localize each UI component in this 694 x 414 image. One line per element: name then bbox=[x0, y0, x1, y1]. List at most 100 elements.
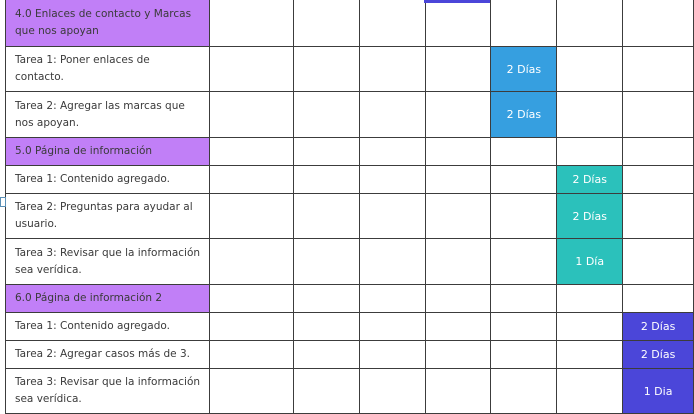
duration-bar[interactable]: 2 Días bbox=[556, 165, 624, 194]
timeline-cell[interactable] bbox=[293, 46, 360, 92]
timeline-cell[interactable] bbox=[622, 0, 694, 47]
task-row: Tarea 1: Contenido agregado. 2 Días bbox=[5, 312, 694, 341]
timeline-cell[interactable] bbox=[490, 284, 558, 313]
timeline-cell[interactable] bbox=[622, 137, 694, 166]
timeline-cell[interactable] bbox=[490, 368, 558, 414]
timeline-cell[interactable] bbox=[622, 284, 694, 313]
duration-bar[interactable]: 2 Días bbox=[490, 91, 558, 138]
timeline-cell[interactable] bbox=[556, 137, 624, 166]
timeline-cell[interactable] bbox=[293, 0, 360, 47]
timeline-cell[interactable] bbox=[424, 91, 492, 138]
timeline-cell[interactable] bbox=[358, 46, 426, 92]
task-label: Tarea 2: Preguntas para ayudar al usuari… bbox=[5, 193, 210, 239]
section-label: 6.0 Página de información 2 bbox=[5, 284, 210, 313]
timeline-cell[interactable] bbox=[424, 238, 492, 285]
task-label: Tarea 1: Poner enlaces de contacto. bbox=[5, 46, 210, 92]
timeline-cell[interactable] bbox=[293, 193, 360, 239]
task-row: Tarea 1: Poner enlaces de contacto. 2 Día… bbox=[5, 46, 694, 92]
timeline-cell[interactable] bbox=[358, 368, 426, 414]
timeline-cell[interactable] bbox=[293, 91, 360, 138]
timeline-cell[interactable] bbox=[424, 0, 492, 47]
timeline-cell[interactable] bbox=[424, 340, 492, 369]
timeline-cell[interactable] bbox=[556, 91, 624, 138]
timeline-cell[interactable] bbox=[293, 165, 360, 194]
timeline-cell[interactable] bbox=[358, 340, 426, 369]
timeline-cell[interactable] bbox=[208, 91, 295, 138]
task-row: Tarea 2: Agregar casos más de 3. 2 Días bbox=[5, 340, 694, 369]
timeline-cell[interactable] bbox=[556, 368, 624, 414]
timeline-cell[interactable] bbox=[490, 312, 558, 341]
timeline-cell[interactable] bbox=[622, 91, 694, 138]
timeline-cell[interactable] bbox=[622, 238, 694, 285]
timeline-cell[interactable] bbox=[490, 238, 558, 285]
task-label: Tarea 2: Agregar las marcas que nos apoy… bbox=[5, 91, 210, 138]
timeline-cell[interactable] bbox=[208, 368, 295, 414]
gantt-chart: 4.0 Enlaces de contacto y Marcas que nos… bbox=[5, 0, 694, 414]
timeline-cell[interactable] bbox=[358, 312, 426, 341]
timeline-cell[interactable] bbox=[490, 0, 558, 47]
resize-handle[interactable] bbox=[0, 197, 6, 207]
task-row: Tarea 1: Contenido agregado. 2 Días bbox=[5, 165, 694, 194]
timeline-cell[interactable] bbox=[556, 0, 624, 47]
timeline-cell[interactable] bbox=[208, 284, 295, 313]
timeline-cell[interactable] bbox=[424, 284, 492, 313]
timeline-cell[interactable] bbox=[293, 137, 360, 166]
timeline-cell[interactable] bbox=[556, 46, 624, 92]
timeline-cell[interactable] bbox=[424, 165, 492, 194]
timeline-cell[interactable] bbox=[358, 91, 426, 138]
timeline-cell[interactable] bbox=[358, 165, 426, 194]
timeline-bar-fragment bbox=[424, 0, 490, 3]
duration-bar[interactable]: 2 Días bbox=[556, 193, 624, 239]
task-label: Tarea 2: Agregar casos más de 3. bbox=[5, 340, 210, 369]
timeline-cell[interactable] bbox=[293, 340, 360, 369]
duration-bar[interactable]: 1 Día bbox=[556, 238, 624, 285]
timeline-cell[interactable] bbox=[424, 46, 492, 92]
duration-bar[interactable]: 1 Dia bbox=[622, 368, 694, 414]
section-row: 5.0 Página de información bbox=[5, 137, 694, 166]
timeline-cell[interactable] bbox=[208, 137, 295, 166]
timeline-cell[interactable] bbox=[208, 340, 295, 369]
timeline-cell[interactable] bbox=[490, 193, 558, 239]
timeline-cell[interactable] bbox=[208, 165, 295, 194]
timeline-cell[interactable] bbox=[490, 340, 558, 369]
timeline-cell[interactable] bbox=[424, 368, 492, 414]
section-row: 6.0 Página de información 2 bbox=[5, 284, 694, 313]
task-label: Tarea 3: Revisar que la información sea … bbox=[5, 368, 210, 414]
timeline-cell[interactable] bbox=[208, 0, 295, 47]
task-row: Tarea 3: Revisar que la información sea … bbox=[5, 238, 694, 285]
timeline-cell[interactable] bbox=[622, 46, 694, 92]
timeline-cell[interactable] bbox=[490, 137, 558, 166]
timeline-cell[interactable] bbox=[358, 238, 426, 285]
task-row: Tarea 2: Preguntas para ayudar al usuari… bbox=[5, 193, 694, 239]
timeline-cell[interactable] bbox=[556, 340, 624, 369]
timeline-cell[interactable] bbox=[293, 238, 360, 285]
timeline-cell[interactable] bbox=[293, 284, 360, 313]
timeline-cell[interactable] bbox=[556, 284, 624, 313]
timeline-cell[interactable] bbox=[622, 165, 694, 194]
timeline-cell[interactable] bbox=[208, 312, 295, 341]
timeline-cell[interactable] bbox=[424, 137, 492, 166]
section-row: 4.0 Enlaces de contacto y Marcas que nos… bbox=[5, 0, 694, 47]
timeline-cell[interactable] bbox=[358, 193, 426, 239]
timeline-cell[interactable] bbox=[208, 46, 295, 92]
timeline-cell[interactable] bbox=[622, 193, 694, 239]
timeline-cell[interactable] bbox=[490, 165, 558, 194]
timeline-cell[interactable] bbox=[424, 312, 492, 341]
timeline-cell[interactable] bbox=[358, 137, 426, 166]
task-label: Tarea 1: Contenido agregado. bbox=[5, 312, 210, 341]
task-label: Tarea 1: Contenido agregado. bbox=[5, 165, 210, 194]
timeline-cell[interactable] bbox=[293, 368, 360, 414]
section-label: 4.0 Enlaces de contacto y Marcas que nos… bbox=[5, 0, 210, 47]
task-label: Tarea 3: Revisar que la información sea … bbox=[5, 238, 210, 285]
timeline-cell[interactable] bbox=[358, 284, 426, 313]
duration-bar[interactable]: 2 Días bbox=[622, 312, 694, 341]
duration-bar[interactable]: 2 Días bbox=[622, 340, 694, 369]
timeline-cell[interactable] bbox=[208, 193, 295, 239]
timeline-cell[interactable] bbox=[293, 312, 360, 341]
timeline-cell[interactable] bbox=[556, 312, 624, 341]
task-row: Tarea 3: Revisar que la información sea … bbox=[5, 368, 694, 414]
timeline-cell[interactable] bbox=[358, 0, 426, 47]
timeline-cell[interactable] bbox=[208, 238, 295, 285]
duration-bar[interactable]: 2 Días bbox=[490, 46, 558, 92]
timeline-cell[interactable] bbox=[424, 193, 492, 239]
